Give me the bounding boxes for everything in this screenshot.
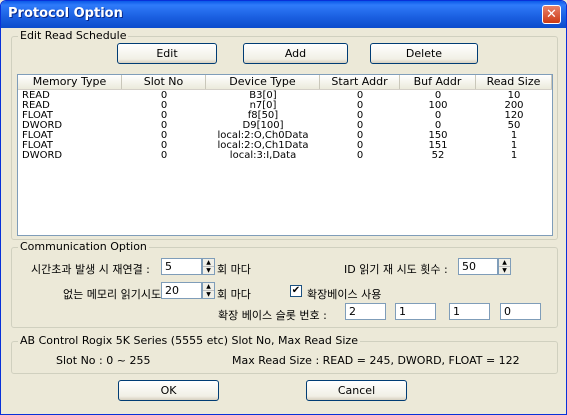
extension-slot-field-4[interactable]: 0 — [500, 303, 541, 320]
extension-slot-label: 확장 베이스 슬롯 번호 : — [218, 309, 327, 322]
missing-memory-spinner[interactable]: ▲ ▼ — [202, 282, 215, 299]
table-cell: 52 — [431, 150, 445, 161]
ok-button[interactable]: OK — [118, 380, 219, 401]
reconnect-label: 시간초과 발생 시 재연결 : — [31, 263, 150, 276]
extension-base-label: 확장베이스 사용 — [307, 288, 382, 301]
table-cell: 0 — [160, 150, 168, 161]
spin-up-icon[interactable]: ▲ — [203, 283, 214, 291]
list-header: Memory Type Slot No Device Type Start Addr B… — [18, 75, 552, 90]
title-bar[interactable]: Protocol Option ✕ — [1, 1, 566, 28]
column-header[interactable]: Memory Type — [18, 75, 122, 89]
communication-option-legend: Communication Option — [18, 240, 149, 253]
id-retry-field[interactable]: 50 — [458, 258, 498, 275]
table-row[interactable]: READ 0 n7[0] 0 100 200 — [18, 101, 552, 111]
slot-range-text: Slot No : 0 ~ 255 — [56, 354, 151, 367]
missing-memory-field[interactable]: 20 — [161, 282, 202, 299]
spin-up-icon[interactable]: ▲ — [499, 259, 510, 267]
missing-memory-label: 없는 메모리 읽기시도 : — [63, 288, 169, 301]
reconnect-field[interactable]: 5 — [161, 258, 202, 275]
close-icon[interactable]: ✕ — [542, 5, 561, 24]
protocol-option-dialog: Protocol Option ✕ Edit Read Schedule Edi… — [0, 0, 567, 415]
spin-up-icon[interactable]: ▲ — [203, 259, 214, 267]
spin-down-icon[interactable]: ▼ — [499, 267, 510, 274]
delete-button[interactable]: Delete — [370, 43, 478, 64]
column-header[interactable]: Buf Addr — [400, 75, 476, 89]
id-retry-label: ID 읽기 재 시도 횟수 : — [344, 263, 448, 276]
extension-slot-field-2[interactable]: 1 — [395, 303, 436, 320]
column-header[interactable]: Read Size — [476, 75, 552, 89]
ab-control-info-legend: AB Control Rogix 5K Series (5555 etc) Sl… — [18, 334, 360, 347]
table-cell: 1 — [510, 150, 518, 161]
id-retry-spinner[interactable]: ▲ ▼ — [498, 258, 511, 275]
table-row[interactable]: DWORD 0 local:3:I,Data 0 52 1 — [18, 151, 552, 161]
reconnect-suffix: 회 마다 — [217, 263, 251, 276]
column-header[interactable]: Start Addr — [320, 75, 400, 89]
table-cell: local:3:I,Data — [229, 150, 297, 161]
table-cell: DWORD — [22, 150, 63, 161]
edit-read-schedule-legend: Edit Read Schedule — [18, 29, 129, 42]
edit-button[interactable]: Edit — [117, 43, 217, 64]
read-schedule-list[interactable]: Memory Type Slot No Device Type Start Addr B… — [17, 74, 553, 236]
reconnect-spinner[interactable]: ▲ ▼ — [202, 258, 215, 275]
extension-slot-field-1[interactable]: 2 — [345, 303, 386, 320]
missing-memory-suffix: 회 마다 — [217, 288, 251, 301]
spin-down-icon[interactable]: ▼ — [203, 267, 214, 274]
table-row[interactable]: READ 0 B3[0] 0 0 10 — [18, 91, 552, 101]
table-cell: 0 — [356, 150, 364, 161]
table-row[interactable]: FLOAT 0 f8[50] 0 0 120 — [18, 111, 552, 121]
extension-base-checkbox[interactable]: ✔ — [290, 285, 302, 297]
cancel-button[interactable]: Cancel — [306, 380, 407, 401]
extension-slot-field-3[interactable]: 1 — [449, 303, 490, 320]
add-button[interactable]: Add — [243, 43, 348, 64]
column-header[interactable]: Device Type — [206, 75, 320, 89]
window-title: Protocol Option — [8, 6, 123, 21]
column-header[interactable]: Slot No — [122, 75, 206, 89]
spin-down-icon[interactable]: ▼ — [203, 291, 214, 298]
max-read-size-text: Max Read Size : READ = 245, DWORD, FLOAT… — [232, 354, 520, 367]
